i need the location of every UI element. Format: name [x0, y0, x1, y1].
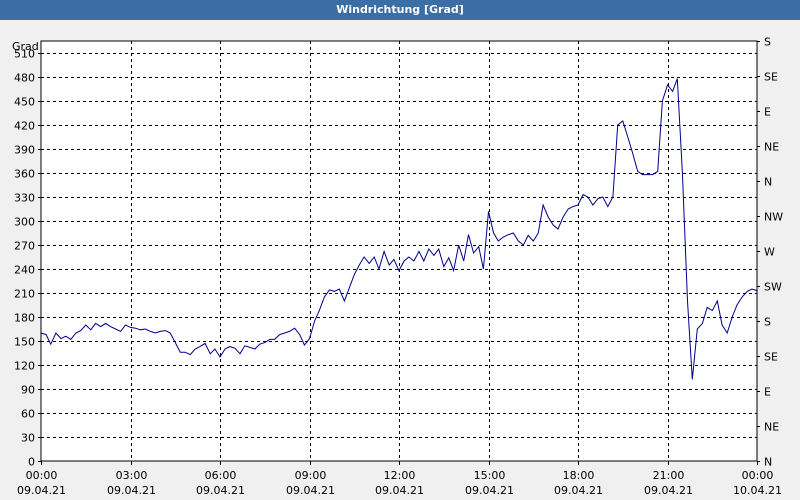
right-tick-label: SW	[764, 281, 782, 294]
x-tick-time: 09:00	[295, 469, 327, 482]
x-tick-date: 09.04.21	[465, 484, 514, 497]
right-tick-label: NW	[764, 211, 783, 224]
x-tick-time: 06:00	[205, 469, 237, 482]
x-tick-date: 09.04.21	[17, 484, 66, 497]
y-tick-label: 90	[21, 384, 35, 397]
x-tick-time: 00:00	[742, 469, 774, 482]
y-tick-label: 180	[14, 312, 35, 325]
y-tick-label: 60	[21, 408, 35, 421]
right-tick-label: E	[764, 106, 771, 119]
right-tick-label: N	[764, 176, 772, 189]
x-tick-date: 09.04.21	[644, 484, 693, 497]
y-tick-label: 360	[14, 168, 35, 181]
y-tick-label: 480	[14, 72, 35, 85]
y-tick-label: 120	[14, 360, 35, 373]
x-tick-time: 12:00	[384, 469, 416, 482]
wind-direction-chart: 0 30 60 90 120 150 180 210 240 270 300 330 360 390 420…	[12, 36, 783, 498]
x-tick-time: 18:00	[563, 469, 595, 482]
right-tick-label: E	[764, 386, 771, 399]
right-tick-label: W	[764, 246, 775, 259]
x-tick-date: 09.04.21	[196, 484, 245, 497]
x-axis-ticks: 00:00 09.04.21 03:00 09.04.21 06:00 09.04.21 0…	[17, 461, 782, 497]
y-axis-label: Grad	[12, 40, 39, 53]
right-tick-label: SE	[764, 351, 778, 364]
right-tick-label: NE	[764, 421, 779, 434]
x-tick-date: 09.04.21	[107, 484, 156, 497]
x-tick-time: 21:00	[653, 469, 685, 482]
right-tick-label: S	[764, 36, 771, 49]
x-tick-date: 09.04.21	[554, 484, 603, 497]
y-tick-label: 300	[14, 216, 35, 229]
y-tick-label: 270	[14, 240, 35, 253]
y-tick-label: 0	[28, 456, 35, 469]
y-tick-label: 390	[14, 144, 35, 157]
left-axis-ticks: 0 30 60 90 120 150 180 210 240 270 300 330 360 390 420…	[14, 48, 41, 469]
y-tick-label: 330	[14, 192, 35, 205]
y-tick-label: 30	[21, 432, 35, 445]
x-tick-time: 03:00	[116, 469, 148, 482]
x-tick-time: 00:00	[26, 469, 58, 482]
y-tick-label: 450	[14, 96, 35, 109]
x-tick-date: 09.04.21	[286, 484, 335, 497]
right-tick-label: N	[764, 456, 772, 469]
right-axis-ticks: N NE E SE S SW W NW N NE E SE S	[757, 36, 783, 469]
y-tick-label: 240	[14, 264, 35, 277]
x-tick-date: 09.04.21	[375, 484, 424, 497]
y-tick-label: 420	[14, 120, 35, 133]
x-tick-time: 15:00	[474, 469, 506, 482]
right-tick-label: S	[764, 316, 771, 329]
right-tick-label: SE	[764, 71, 778, 84]
y-tick-label: 210	[14, 288, 35, 301]
x-tick-date: 10.04.21	[733, 484, 782, 497]
y-tick-label: 150	[14, 336, 35, 349]
right-tick-label: NE	[764, 141, 779, 154]
